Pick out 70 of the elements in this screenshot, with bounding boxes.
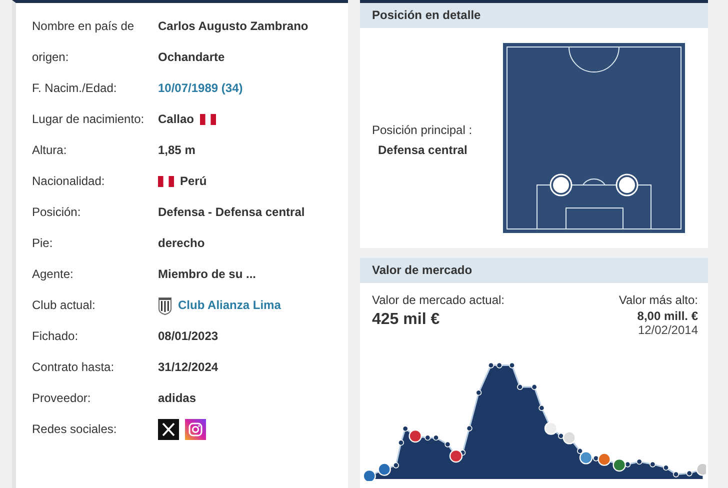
highest-value-label: Valor más alto:: [618, 293, 698, 307]
current-market-value: 425 mil €: [372, 311, 441, 329]
birth-date-link[interactable]: 10/07/1989 (34): [158, 73, 243, 104]
flag-icon: [158, 176, 174, 187]
field-label: Nacionalidad:: [32, 173, 106, 190]
field-label: Redes sociales:: [32, 421, 118, 438]
field-label: Lugar de nacimiento:: [32, 111, 146, 128]
field-value: Defensa - Defensa central: [158, 204, 305, 221]
data-point[interactable]: [466, 425, 472, 432]
field-value: 1,85 m: [158, 142, 196, 159]
field-value: Perú: [180, 173, 207, 190]
data-point[interactable]: [538, 405, 545, 411]
field-label: Posición:: [32, 204, 82, 221]
club-crest-icon[interactable]: [579, 451, 593, 464]
club-crest-icon: [158, 296, 172, 314]
data-point[interactable]: [673, 471, 679, 478]
club-crest-icon[interactable]: [562, 431, 576, 444]
club-crest-icon[interactable]: [362, 469, 376, 481]
club-crest-icon[interactable]: [408, 429, 422, 443]
data-point[interactable]: [650, 461, 656, 468]
data-point[interactable]: [531, 384, 538, 390]
field-value: 08/01/2023: [158, 328, 218, 345]
data-point[interactable]: [496, 362, 502, 368]
club-crest-icon[interactable]: [612, 458, 626, 472]
highest-value-date: 12/02/2014: [638, 323, 698, 337]
highest-market-value: 8,00 mill. €: [637, 309, 698, 323]
data-point[interactable]: [444, 441, 451, 448]
data-point[interactable]: [393, 462, 399, 468]
section-header: Posición en detalle: [360, 3, 708, 28]
data-point[interactable]: [433, 434, 439, 441]
field-label: Agente:: [32, 266, 74, 283]
current-value-label: Valor de mercado actual:: [372, 293, 505, 307]
field-value: Carlos Augusto Zambrano Ochandarte: [158, 18, 310, 66]
data-point[interactable]: [663, 464, 669, 471]
data-point[interactable]: [402, 426, 408, 432]
field-value: adidas: [158, 390, 196, 407]
field-label: Nombre en país de origen:: [32, 18, 136, 66]
data-point[interactable]: [517, 384, 523, 390]
data-point[interactable]: [509, 362, 515, 368]
club-crest-icon[interactable]: [449, 449, 463, 463]
data-point[interactable]: [636, 458, 642, 465]
field-label: Club actual:: [32, 297, 96, 314]
club-link[interactable]: Club Alianza Lima: [178, 290, 281, 321]
x-icon[interactable]: [158, 419, 179, 440]
field-value: derecho: [158, 235, 205, 252]
data-point[interactable]: [488, 362, 494, 368]
club-crest-icon[interactable]: [378, 462, 391, 476]
club-crest-icon[interactable]: [544, 422, 558, 435]
position-value: Defensa central: [377, 143, 468, 157]
club-crest-icon[interactable]: [598, 452, 611, 466]
data-point[interactable]: [686, 470, 692, 476]
data-point[interactable]: [424, 434, 431, 441]
field-label: Fichado:: [32, 328, 80, 345]
flag-icon: [200, 114, 216, 125]
field-value: Callao: [158, 111, 194, 128]
field-label: Contrato hasta:: [32, 359, 116, 376]
data-point[interactable]: [577, 448, 583, 454]
data-point[interactable]: [476, 390, 482, 396]
field-value: Miembro de su ...: [158, 266, 256, 283]
field-value: 31/12/2024: [158, 359, 218, 376]
data-point[interactable]: [558, 433, 564, 439]
field-label: Altura:: [32, 142, 68, 159]
data-point[interactable]: [398, 440, 404, 446]
club-crest-icon[interactable]: [696, 462, 706, 476]
position-label: Posición principal :: [372, 123, 474, 137]
field-label: F. Nacim./Edad:: [32, 80, 118, 97]
field-label: Proveedor:: [32, 390, 92, 407]
section-header: Valor de mercado: [360, 258, 708, 283]
field-label: Pie:: [32, 235, 54, 252]
instagram-icon[interactable]: [185, 419, 206, 440]
